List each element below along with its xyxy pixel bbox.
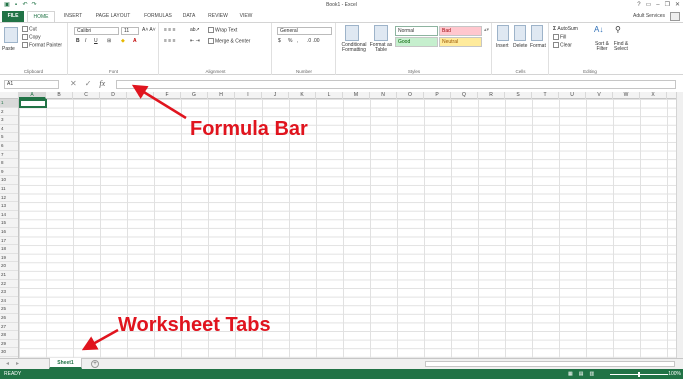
worksheet-tabs-arrow [81, 328, 119, 351]
excel-window: ▣ ▪ ↶ ↷ Book1 - Excel ? ▭ – ❐ ✕ FILE HOM… [0, 0, 683, 379]
formula-bar-annotation: Formula Bar [190, 118, 308, 140]
annotation-arrows [81, 84, 187, 351]
formula-bar-arrow [131, 84, 187, 120]
worksheet-tabs-annotation: Worksheet Tabs [118, 314, 271, 336]
